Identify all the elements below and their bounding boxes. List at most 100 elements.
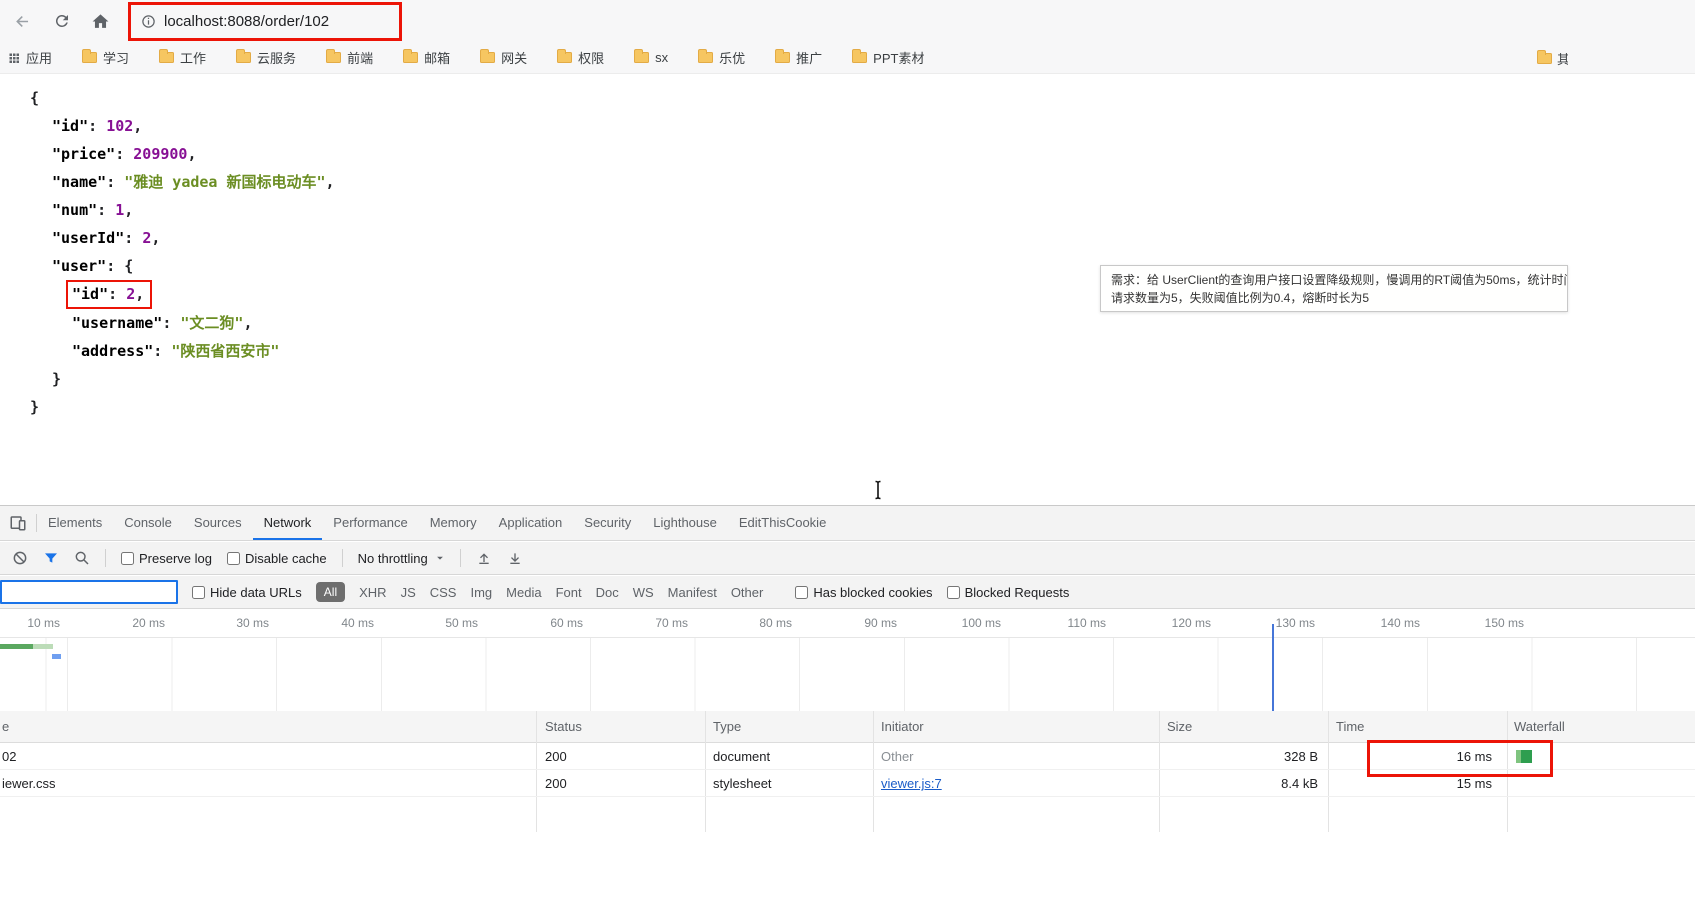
- request-initiator-link[interactable]: viewer.js:7: [881, 776, 942, 791]
- column-header-size[interactable]: Size: [1167, 719, 1192, 734]
- filter-type-js[interactable]: JS: [401, 585, 416, 600]
- filter-type-xhr[interactable]: XHR: [359, 585, 386, 600]
- throttling-select[interactable]: No throttling: [358, 551, 445, 566]
- folder-icon: [852, 52, 867, 63]
- devtools-tab-bar: Elements Console Sources Network Perform…: [0, 506, 1695, 541]
- filter-icon[interactable]: [43, 550, 59, 566]
- info-icon[interactable]: [141, 14, 156, 29]
- divider: [105, 549, 106, 567]
- note-line: 请求数量为5，失败阈值比例为0.4，熔断时长为5: [1111, 289, 1557, 307]
- bookmark-folder[interactable]: sx: [634, 50, 668, 65]
- import-har-icon[interactable]: [476, 550, 492, 566]
- folder-icon: [775, 52, 790, 63]
- bookmark-folder[interactable]: 前端: [326, 48, 373, 67]
- bookmark-folder[interactable]: 学习: [82, 48, 129, 67]
- request-status: 200: [545, 749, 567, 764]
- bookmark-folder[interactable]: 工作: [159, 48, 206, 67]
- folder-icon: [82, 52, 97, 63]
- request-name: iewer.css: [2, 776, 55, 791]
- bookmark-folder[interactable]: 云服务: [236, 48, 296, 67]
- filter-type-all[interactable]: All: [316, 582, 345, 602]
- bookmark-folder[interactable]: 网关: [480, 48, 527, 67]
- filter-type-ws[interactable]: WS: [633, 585, 654, 600]
- disable-cache-checkbox[interactable]: [227, 552, 240, 565]
- network-toolbar: Preserve log Disable cache No throttling: [0, 542, 1695, 575]
- filter-type-media[interactable]: Media: [506, 585, 541, 600]
- filter-type-font[interactable]: Font: [556, 585, 582, 600]
- bookmark-folder[interactable]: 乐优: [698, 48, 745, 67]
- sticky-note: 需求：给 UserClient的查询用户接口设置降级规则，慢调用的RT阈值为50…: [1100, 265, 1568, 312]
- bookmarks-bar: 应用 学习 工作 云服务 前端 邮箱 网关 权限 sx 乐优 推广 PPT素材: [0, 42, 1695, 74]
- column-header-initiator[interactable]: Initiator: [881, 719, 924, 734]
- filter-type-doc[interactable]: Doc: [596, 585, 619, 600]
- filter-type-img[interactable]: Img: [470, 585, 492, 600]
- preserve-log-checkbox[interactable]: [121, 552, 134, 565]
- bookmark-other-folder[interactable]: 其: [1537, 42, 1568, 74]
- folder-icon: [557, 52, 572, 63]
- network-filter-input[interactable]: [0, 580, 178, 604]
- request-type: document: [713, 749, 770, 764]
- bookmark-folder[interactable]: 权限: [557, 48, 604, 67]
- search-icon[interactable]: [74, 550, 90, 566]
- request-status: 200: [545, 776, 567, 791]
- filter-type-manifest[interactable]: Manifest: [668, 585, 717, 600]
- tab-performance[interactable]: Performance: [322, 506, 418, 540]
- request-size: 8.4 kB: [1159, 776, 1318, 791]
- column-header-name[interactable]: e: [2, 719, 9, 734]
- clear-icon[interactable]: [12, 550, 28, 566]
- request-type: stylesheet: [713, 776, 772, 791]
- has-blocked-cookies-checkbox[interactable]: [795, 586, 808, 599]
- annotation-time-box: [1367, 740, 1553, 777]
- address-bar[interactable]: localhost:8088/order/102: [164, 13, 329, 30]
- filter-type-other[interactable]: Other: [731, 585, 764, 600]
- request-size: 328 B: [1159, 749, 1318, 764]
- tab-elements[interactable]: Elements: [37, 506, 113, 540]
- bookmark-folder[interactable]: 推广: [775, 48, 822, 67]
- timeline-overview[interactable]: [0, 638, 1695, 713]
- request-time: 15 ms: [1328, 776, 1492, 791]
- text-cursor: [871, 480, 885, 505]
- bookmark-folder[interactable]: PPT素材: [852, 48, 924, 67]
- tab-network[interactable]: Network: [253, 506, 323, 540]
- back-arrow-icon[interactable]: [8, 7, 36, 35]
- folder-icon: [698, 52, 713, 63]
- overview-bar-blue: [52, 654, 61, 659]
- blocked-requests-label: Blocked Requests: [965, 585, 1070, 600]
- hide-data-urls-label: Hide data URLs: [210, 585, 302, 600]
- note-line: 需求：给 UserClient的查询用户接口设置降级规则，慢调用的RT阈值为50…: [1111, 271, 1557, 289]
- disable-cache-label: Disable cache: [245, 551, 327, 566]
- column-header-status[interactable]: Status: [545, 719, 582, 734]
- overview-bar-green: [0, 644, 33, 649]
- json-response: { "id": 102, "price": 209900, "name": "雅…: [30, 84, 335, 421]
- tab-application[interactable]: Application: [488, 506, 574, 540]
- tab-console[interactable]: Console: [113, 506, 183, 540]
- hide-data-urls-checkbox[interactable]: [192, 586, 205, 599]
- tab-editthiscookie[interactable]: EditThisCookie: [728, 506, 837, 540]
- tab-memory[interactable]: Memory: [419, 506, 488, 540]
- column-header-waterfall[interactable]: Waterfall: [1514, 719, 1565, 734]
- json-line: "name": "雅迪 yadea 新国标电动车",: [30, 168, 335, 196]
- home-icon[interactable]: [86, 7, 114, 35]
- folder-icon: [326, 52, 341, 63]
- toggle-device-toolbar-icon[interactable]: [0, 506, 36, 540]
- json-line: "id": 2,: [30, 280, 335, 309]
- tab-lighthouse[interactable]: Lighthouse: [642, 506, 728, 540]
- blocked-requests-checkbox[interactable]: [947, 586, 960, 599]
- annotation-id-box: "id": 2,: [66, 280, 152, 309]
- column-header-time[interactable]: Time: [1336, 719, 1364, 734]
- column-header-type[interactable]: Type: [713, 719, 741, 734]
- timeline-ruler: 10 ms 20 ms 30 ms 40 ms 50 ms 60 ms 70 m…: [0, 610, 1695, 638]
- bookmark-apps[interactable]: 应用: [8, 48, 52, 67]
- tab-security[interactable]: Security: [573, 506, 642, 540]
- bookmark-folder[interactable]: 邮箱: [403, 48, 450, 67]
- tab-sources[interactable]: Sources: [183, 506, 253, 540]
- export-har-icon[interactable]: [507, 550, 523, 566]
- page-content: { "id": 102, "price": 209900, "name": "雅…: [0, 75, 1695, 505]
- browser-toolbar: localhost:8088/order/102: [0, 0, 1695, 42]
- filter-type-css[interactable]: CSS: [430, 585, 457, 600]
- json-line: "price": 209900,: [30, 140, 335, 168]
- request-initiator: Other: [881, 749, 914, 764]
- json-line: "username": "文二狗",: [30, 309, 335, 337]
- refresh-icon[interactable]: [48, 7, 76, 35]
- network-filter-bar: Hide data URLs All XHR JS CSS Img Media …: [0, 576, 1695, 609]
